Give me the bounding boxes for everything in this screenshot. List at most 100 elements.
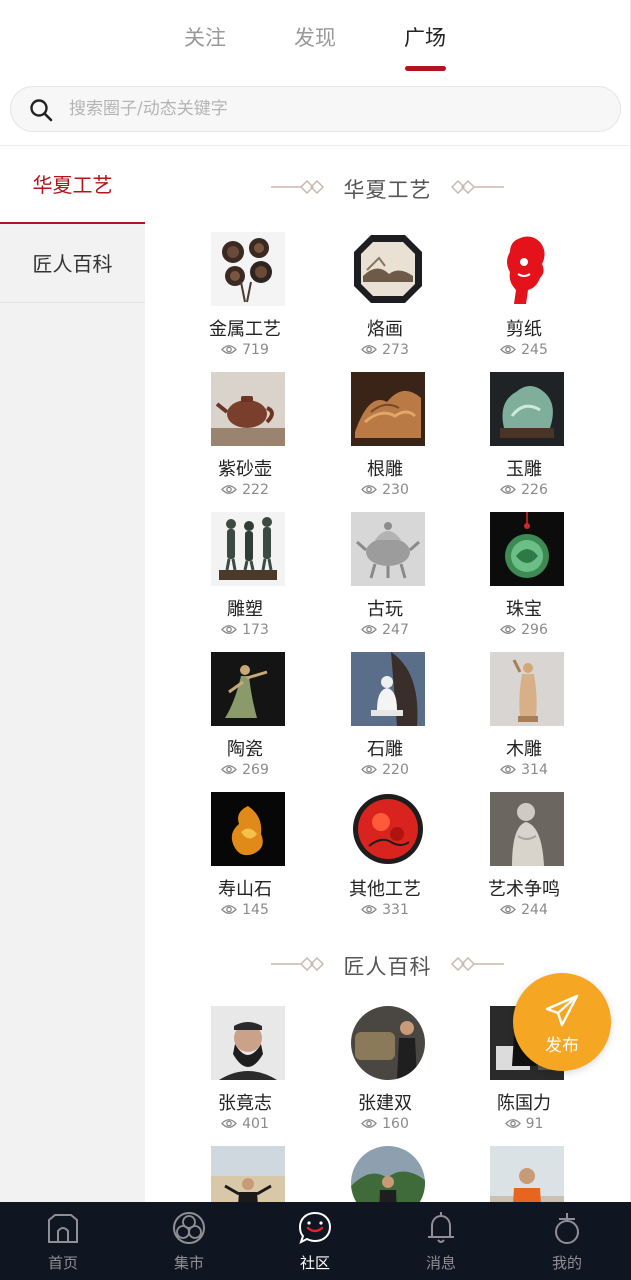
view-count: 247 bbox=[325, 622, 445, 638]
tab-follow[interactable]: 关注 bbox=[184, 22, 226, 52]
item-name: 寿山石 bbox=[218, 879, 272, 900]
category-sidebar: 华夏工艺 匠人百科 bbox=[0, 146, 145, 1202]
view-count: 173 bbox=[185, 622, 305, 638]
publish-button[interactable]: 发布 bbox=[513, 973, 611, 1071]
view-count: 296 bbox=[464, 622, 584, 638]
sidebar-item-artisans[interactable]: 匠人百科 bbox=[0, 225, 145, 303]
artisan-card[interactable] bbox=[325, 1146, 445, 1202]
eye-icon bbox=[361, 485, 378, 494]
view-count-number: 226 bbox=[521, 482, 548, 498]
category-card[interactable]: 雕塑 173 bbox=[185, 512, 305, 648]
tab-discover[interactable]: 发现 bbox=[294, 22, 336, 52]
category-card[interactable]: 其他工艺 331 bbox=[325, 792, 445, 928]
thumbnail-image bbox=[211, 1146, 285, 1202]
category-card[interactable]: 石雕 220 bbox=[325, 652, 445, 788]
category-card[interactable]: 玉雕 226 bbox=[464, 372, 584, 508]
eye-icon bbox=[500, 485, 517, 494]
view-count-number: 222 bbox=[242, 482, 269, 498]
category-card[interactable]: 木雕 314 bbox=[464, 652, 584, 788]
bell-icon bbox=[428, 1212, 454, 1243]
view-count-number: 331 bbox=[382, 902, 409, 918]
top-tab-bar: 关注 发现 广场 bbox=[0, 0, 631, 80]
category-card[interactable]: 陶瓷 269 bbox=[185, 652, 305, 788]
item-name: 珠宝 bbox=[506, 599, 542, 620]
view-count: 245 bbox=[464, 342, 584, 358]
item-name: 金属工艺 bbox=[209, 319, 281, 340]
nav-home-label: 首页 bbox=[47, 1254, 78, 1272]
category-card[interactable]: 金属工艺 719 bbox=[185, 232, 305, 368]
thumbnail-image bbox=[351, 1006, 425, 1080]
category-card[interactable]: 艺术争鸣 244 bbox=[464, 792, 584, 928]
view-count: 145 bbox=[185, 902, 305, 918]
item-name: 紫砂壶 bbox=[218, 459, 272, 480]
market-icon bbox=[173, 1212, 205, 1244]
thumbnail-image bbox=[211, 372, 285, 446]
view-count: 160 bbox=[325, 1116, 445, 1132]
eye-icon bbox=[504, 1119, 521, 1128]
eye-icon bbox=[221, 625, 238, 634]
eye-icon bbox=[221, 345, 238, 354]
nav-profile-label: 我的 bbox=[551, 1254, 582, 1272]
thumbnail-image bbox=[490, 652, 564, 726]
artisan-card[interactable] bbox=[464, 1146, 584, 1202]
view-count: 244 bbox=[464, 902, 584, 918]
nav-community-label: 社区 bbox=[299, 1254, 330, 1272]
thumbnail-image bbox=[351, 372, 425, 446]
category-card[interactable]: 古玩 247 bbox=[325, 512, 445, 648]
artisan-card[interactable]: 张竟志 401 bbox=[185, 1006, 305, 1142]
view-count-number: 314 bbox=[521, 762, 548, 778]
section-title-text: 华夏工艺 bbox=[343, 178, 432, 202]
thumbnail-image bbox=[211, 232, 285, 306]
category-card[interactable]: 烙画 273 bbox=[325, 232, 445, 368]
view-count-number: 269 bbox=[242, 762, 269, 778]
thumbnail-image bbox=[211, 512, 285, 586]
category-card[interactable]: 寿山石 145 bbox=[185, 792, 305, 928]
artisan-card[interactable] bbox=[185, 1146, 305, 1202]
artisan-card[interactable]: 张建双 160 bbox=[325, 1006, 445, 1142]
view-count-number: 247 bbox=[382, 622, 409, 638]
bottom-nav: 首页 集市 社区 消息 我的 bbox=[0, 1202, 631, 1280]
view-count: 226 bbox=[464, 482, 584, 498]
eye-icon bbox=[361, 345, 378, 354]
view-count: 331 bbox=[325, 902, 445, 918]
view-count-number: 230 bbox=[382, 482, 409, 498]
view-count-number: 160 bbox=[382, 1116, 409, 1132]
item-name: 其他工艺 bbox=[349, 879, 421, 900]
section-title: 华夏工艺 bbox=[145, 166, 630, 206]
eye-icon bbox=[221, 905, 238, 914]
tab-square[interactable]: 广场 bbox=[404, 22, 446, 52]
eye-icon bbox=[361, 1119, 378, 1128]
nav-messages[interactable]: 消息 bbox=[378, 1202, 504, 1280]
thumbnail-image bbox=[351, 232, 425, 306]
item-name: 雕塑 bbox=[227, 599, 263, 620]
item-name: 木雕 bbox=[506, 739, 542, 760]
category-card[interactable]: 紫砂壶 222 bbox=[185, 372, 305, 508]
view-count-number: 145 bbox=[242, 902, 269, 918]
eye-icon bbox=[221, 765, 238, 774]
item-name: 玉雕 bbox=[506, 459, 542, 480]
eye-icon bbox=[500, 345, 517, 354]
thumbnail-image bbox=[351, 1146, 425, 1202]
item-name: 石雕 bbox=[367, 739, 403, 760]
community-icon bbox=[298, 1211, 332, 1244]
search-bar[interactable] bbox=[10, 86, 621, 132]
ornament-right-icon bbox=[450, 957, 504, 971]
nav-home[interactable]: 首页 bbox=[0, 1202, 126, 1280]
category-card[interactable]: 根雕 230 bbox=[325, 372, 445, 508]
thumbnail-image bbox=[490, 372, 564, 446]
nav-community[interactable]: 社区 bbox=[252, 1202, 378, 1280]
nav-market[interactable]: 集市 bbox=[126, 1202, 252, 1280]
view-count-number: 91 bbox=[525, 1116, 544, 1132]
sidebar-item-crafts[interactable]: 华夏工艺 bbox=[0, 146, 145, 224]
nav-market-label: 集市 bbox=[173, 1254, 204, 1272]
search-icon bbox=[30, 99, 53, 122]
eye-icon bbox=[361, 625, 378, 634]
nav-profile[interactable]: 我的 bbox=[504, 1202, 630, 1280]
search-input[interactable] bbox=[69, 87, 599, 131]
eye-icon bbox=[361, 905, 378, 914]
thumbnail-image bbox=[490, 512, 564, 586]
category-card[interactable]: 珠宝 296 bbox=[464, 512, 584, 648]
home-icon bbox=[48, 1214, 78, 1243]
view-count-number: 296 bbox=[521, 622, 548, 638]
category-card[interactable]: 剪纸 245 bbox=[464, 232, 584, 368]
